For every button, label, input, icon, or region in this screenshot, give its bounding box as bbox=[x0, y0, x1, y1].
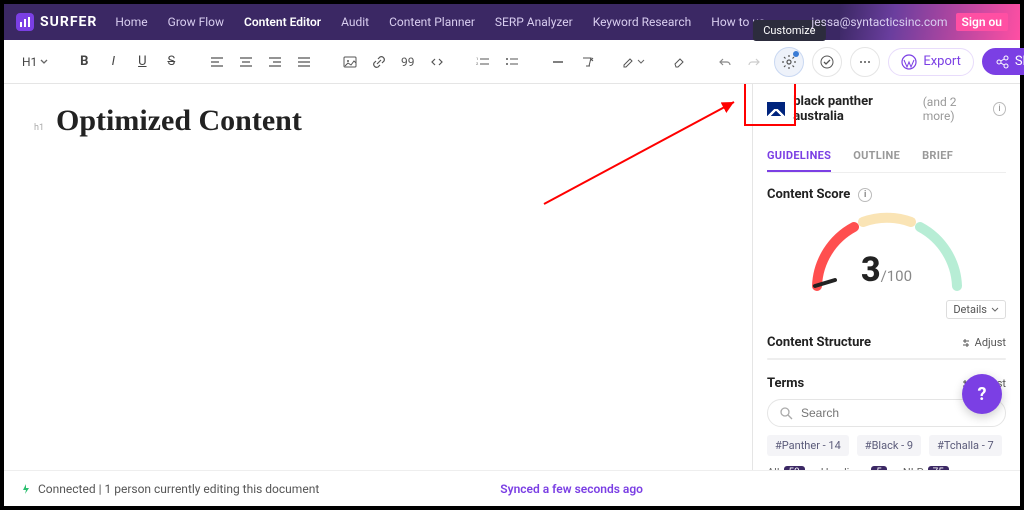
align-center-button[interactable] bbox=[232, 48, 260, 76]
flag-icon bbox=[767, 102, 785, 116]
nav-serp-analyzer[interactable]: SERP Analyzer bbox=[495, 15, 573, 29]
clear-format-button[interactable] bbox=[573, 48, 601, 76]
image-button[interactable] bbox=[336, 48, 364, 76]
struct-words: WORDS 2↑ 9,072–10,433 bbox=[768, 359, 825, 360]
tab-guidelines[interactable]: GUIDELINES bbox=[767, 141, 831, 172]
notification-dot-icon bbox=[793, 51, 799, 57]
keyword-text[interactable]: black panther australia bbox=[793, 94, 915, 124]
connected-icon bbox=[20, 483, 32, 495]
content-score-title: Content Score i bbox=[767, 187, 1006, 202]
nav-content-editor[interactable]: Content Editor bbox=[244, 15, 321, 29]
svg-text:99: 99 bbox=[401, 55, 415, 69]
details-button[interactable]: Details bbox=[946, 300, 1006, 319]
align-right-button[interactable] bbox=[261, 48, 289, 76]
brand-icon bbox=[16, 13, 34, 31]
editing-label: 1 person currently editing this document bbox=[105, 482, 320, 496]
terms-title: Terms bbox=[767, 376, 804, 391]
tab-outline[interactable]: OUTLINE bbox=[853, 141, 900, 172]
structure-adjust-button[interactable]: Adjust bbox=[961, 336, 1006, 349]
search-icon bbox=[780, 407, 793, 420]
nav-content-planner[interactable]: Content Planner bbox=[389, 15, 475, 29]
brand[interactable]: SURFER bbox=[16, 13, 97, 31]
italic-button[interactable]: I bbox=[99, 48, 127, 76]
connected-label: Connected bbox=[38, 482, 96, 496]
tab-brief[interactable]: BRIEF bbox=[922, 141, 953, 172]
struct-images: IMAGES 0↑ 17–75 bbox=[947, 359, 1005, 360]
nav-keyword-research[interactable]: Keyword Research bbox=[593, 15, 692, 29]
keyword-more[interactable]: (and 2 more) bbox=[923, 95, 985, 123]
structure-grid: WORDS 2↑ 9,072–10,433 HEADINGS 0↑ 46–106… bbox=[767, 358, 1006, 360]
chip-tchalla[interactable]: #Tchalla - 7 bbox=[929, 435, 1002, 456]
align-justify-button[interactable] bbox=[290, 48, 318, 76]
score-info-icon[interactable]: i bbox=[858, 188, 872, 202]
chip-black[interactable]: #Black - 9 bbox=[857, 435, 921, 456]
share-icon bbox=[995, 55, 1009, 69]
bold-button[interactable]: B bbox=[70, 48, 98, 76]
strike-button[interactable]: S bbox=[157, 48, 185, 76]
ordered-list-button[interactable]: 12 bbox=[469, 48, 497, 76]
highlight-button[interactable] bbox=[619, 48, 647, 76]
unordered-list-button[interactable] bbox=[498, 48, 526, 76]
align-left-button[interactable] bbox=[203, 48, 231, 76]
score-value: 3 bbox=[861, 250, 881, 290]
heading-dropdown[interactable]: H1 bbox=[18, 55, 52, 69]
struct-headings: HEADINGS 0↑ 46–106 bbox=[825, 359, 883, 360]
filter-nlp[interactable]: NLP75 bbox=[903, 466, 949, 470]
svg-text:2: 2 bbox=[476, 61, 479, 66]
brand-text: SURFER bbox=[40, 14, 97, 30]
user-email[interactable]: jessa@syntacticsinc.com bbox=[811, 15, 947, 29]
structure-title: Content Structure bbox=[767, 335, 871, 350]
document-title[interactable]: Optimized Content bbox=[56, 104, 302, 138]
nav-home[interactable]: Home bbox=[115, 15, 147, 29]
check-button[interactable] bbox=[812, 47, 842, 77]
eraser-button[interactable] bbox=[665, 48, 693, 76]
editor-toolbar: H1 B I U S 99 12 bbox=[4, 40, 1020, 84]
help-fab[interactable]: ? bbox=[962, 374, 1002, 414]
top-nav: SURFER Home Grow Flow Content Editor Aud… bbox=[4, 4, 1020, 40]
h1-indicator: h1 bbox=[34, 123, 44, 133]
score-max: /100 bbox=[881, 267, 912, 285]
nav-growflow[interactable]: Grow Flow bbox=[168, 15, 224, 29]
share-button[interactable]: Share bbox=[982, 48, 1024, 75]
filter-all[interactable]: All59 bbox=[767, 466, 805, 470]
undo-button[interactable] bbox=[711, 48, 739, 76]
export-button[interactable]: Export bbox=[888, 48, 974, 76]
sync-status: Synced a few seconds ago bbox=[500, 482, 643, 496]
nav-audit[interactable]: Audit bbox=[341, 15, 369, 29]
info-icon[interactable]: i bbox=[993, 102, 1006, 116]
underline-button[interactable]: U bbox=[128, 48, 156, 76]
editor-area[interactable]: h1 Optimized Content bbox=[4, 84, 752, 470]
filter-headings[interactable]: Headings5 bbox=[821, 466, 887, 470]
score-gauge: 3/100 bbox=[797, 206, 977, 296]
sign-out-button[interactable]: Sign ou bbox=[956, 13, 1008, 31]
status-bar: Connected | 1 person currently editing t… bbox=[4, 470, 1020, 506]
customize-button[interactable] bbox=[774, 47, 804, 77]
nav-links: Home Grow Flow Content Editor Audit Cont… bbox=[115, 15, 765, 29]
struct-paragraphs: PARAGRAPHS 0↑ at least 67 bbox=[882, 359, 947, 360]
quote-button[interactable]: 99 bbox=[394, 48, 422, 76]
code-button[interactable] bbox=[423, 48, 451, 76]
more-button[interactable] bbox=[850, 47, 880, 77]
terms-search-input[interactable] bbox=[801, 406, 993, 420]
hr-button[interactable] bbox=[544, 48, 572, 76]
redo-button[interactable] bbox=[740, 48, 768, 76]
chip-panther[interactable]: #Panther - 14 bbox=[767, 435, 849, 456]
link-button[interactable] bbox=[365, 48, 393, 76]
wordpress-icon bbox=[901, 54, 917, 70]
